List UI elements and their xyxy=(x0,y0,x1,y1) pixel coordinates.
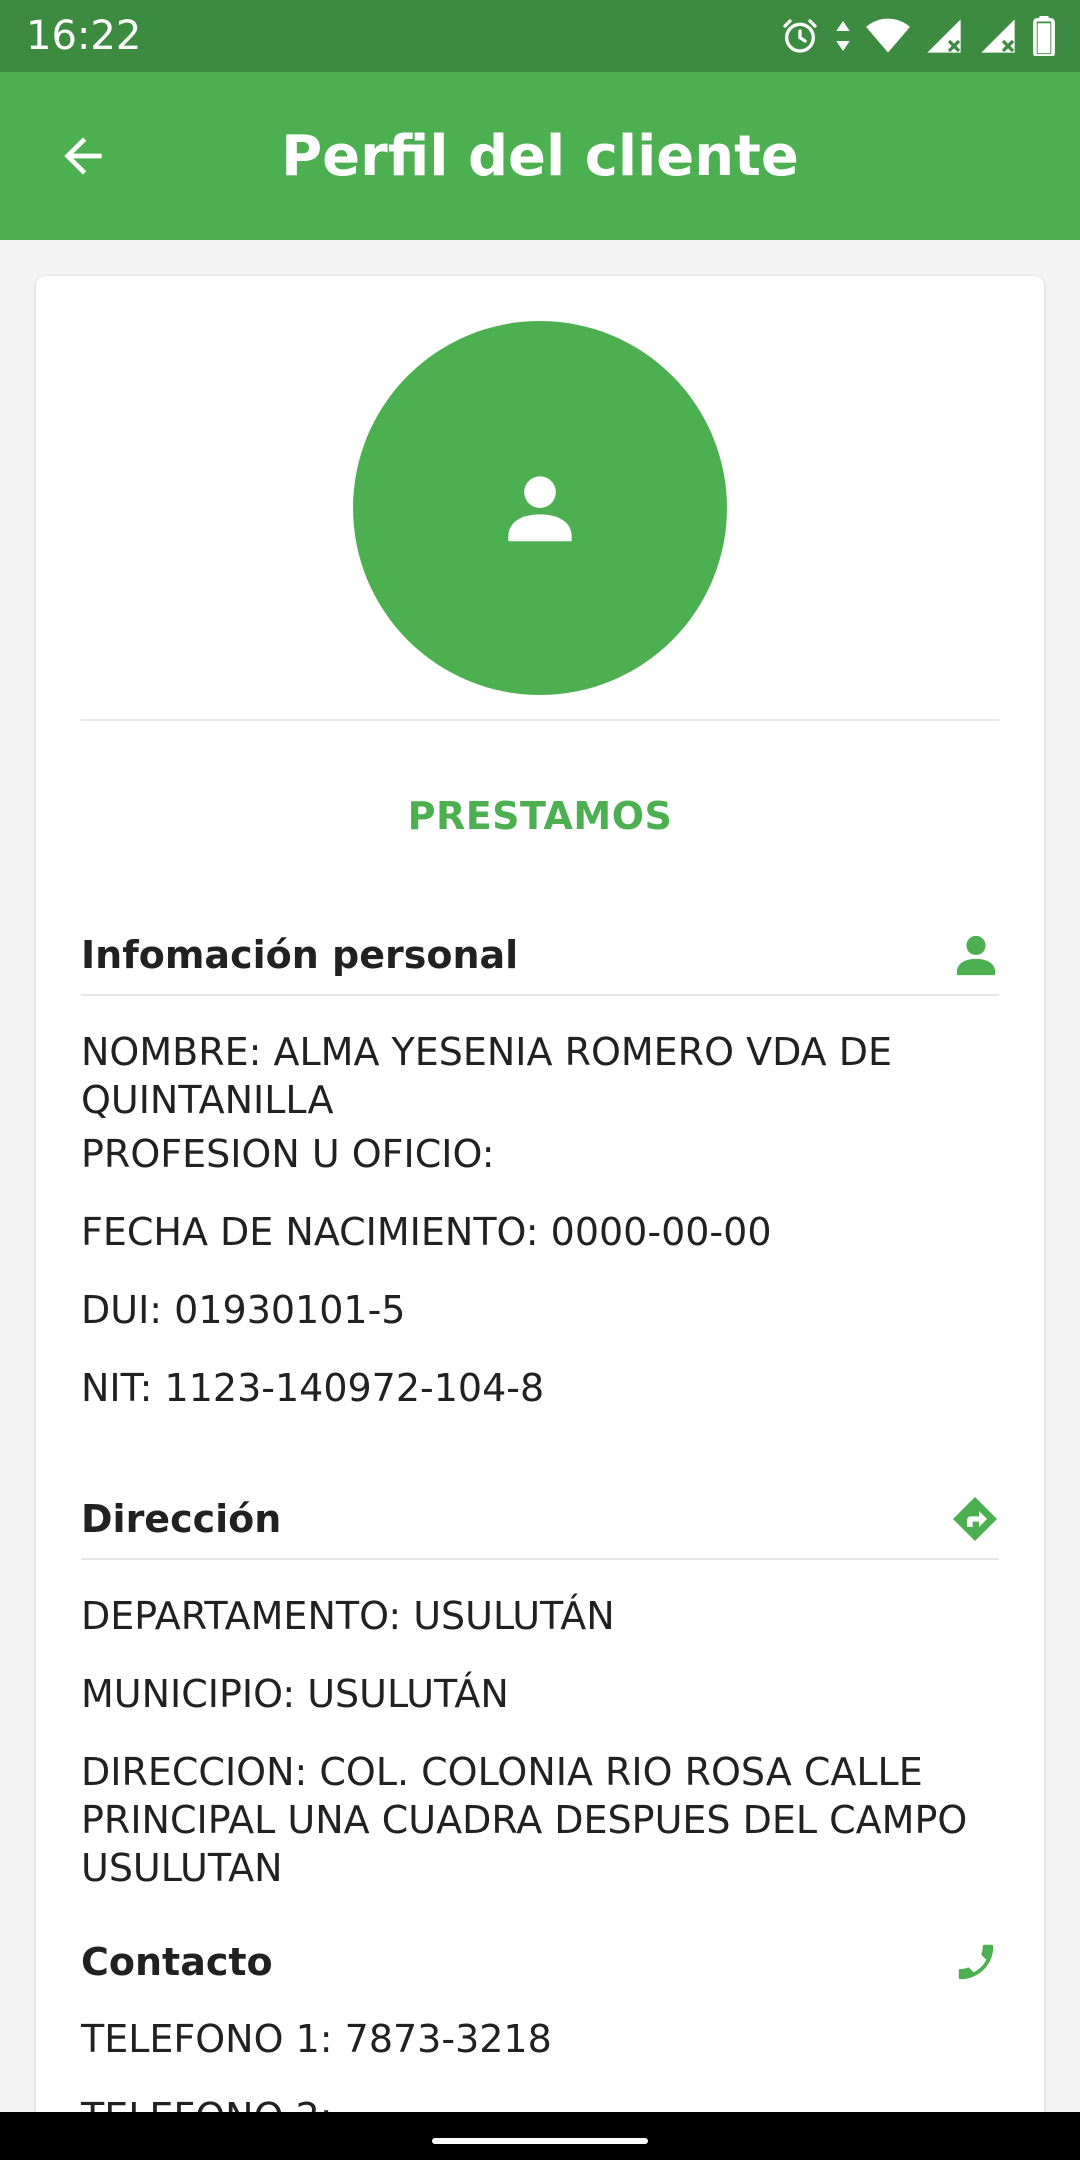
avatar xyxy=(353,321,727,695)
arrow-left-icon xyxy=(64,137,102,175)
status-icons xyxy=(780,16,1056,56)
status-bar: 16:22 xyxy=(0,0,1080,72)
signal-icon xyxy=(927,19,961,53)
section-header-personal: Infomación personal xyxy=(81,916,999,996)
section-header-address: Dirección xyxy=(81,1480,999,1560)
directions-icon xyxy=(953,1497,997,1541)
field-fecha-nacimiento: FECHA DE NACIMIENTO: 0000-00-00 xyxy=(81,1210,772,1254)
field-nit: NIT: 1123-140972-104-8 xyxy=(81,1366,545,1410)
app-bar: Perfil del cliente xyxy=(0,72,1080,240)
back-button[interactable] xyxy=(50,123,116,189)
field-direccion: DIRECCION: COL. COLONIA RIO ROSA CALLE P… xyxy=(81,1750,968,1890)
system-navigation-bar xyxy=(0,2112,1080,2160)
section-header-contact: Contacto xyxy=(81,1922,999,2002)
signal-icon xyxy=(981,19,1015,53)
section-title: Dirección xyxy=(81,1497,282,1541)
page-title: Perfil del cliente xyxy=(281,123,799,189)
user-icon xyxy=(508,476,572,542)
section-title: Contacto xyxy=(81,1940,273,1984)
field-departamento: DEPARTAMENTO: USULUTÁN xyxy=(81,1594,615,1638)
user-icon xyxy=(956,935,996,976)
loans-button[interactable]: PRESTAMOS xyxy=(81,776,999,856)
field-telefono-1: TELEFONO 1: 7873-3218 xyxy=(81,2017,552,2061)
data-arrows-icon xyxy=(836,21,850,51)
field-nombre: NOMBRE: ALMA YESENIA ROMERO VDA DE QUINT… xyxy=(81,1030,893,1122)
client-profile-card: PRESTAMOS Infomación personal NOMBRE: AL… xyxy=(36,276,1044,2160)
field-profesion: PROFESION U OFICIO: xyxy=(81,1132,495,1176)
section-title: Infomación personal xyxy=(81,933,519,977)
field-municipio: MUNICIPIO: USULUTÁN xyxy=(81,1672,509,1716)
divider xyxy=(81,719,999,721)
wifi-icon xyxy=(866,18,910,53)
status-time: 16:22 xyxy=(26,13,142,59)
alarm-icon xyxy=(783,19,817,53)
phone-icon xyxy=(958,1944,994,1980)
home-gesture-handle[interactable] xyxy=(432,2138,648,2144)
field-dui: DUI: 01930101-5 xyxy=(81,1288,406,1332)
battery-icon xyxy=(1033,16,1055,56)
